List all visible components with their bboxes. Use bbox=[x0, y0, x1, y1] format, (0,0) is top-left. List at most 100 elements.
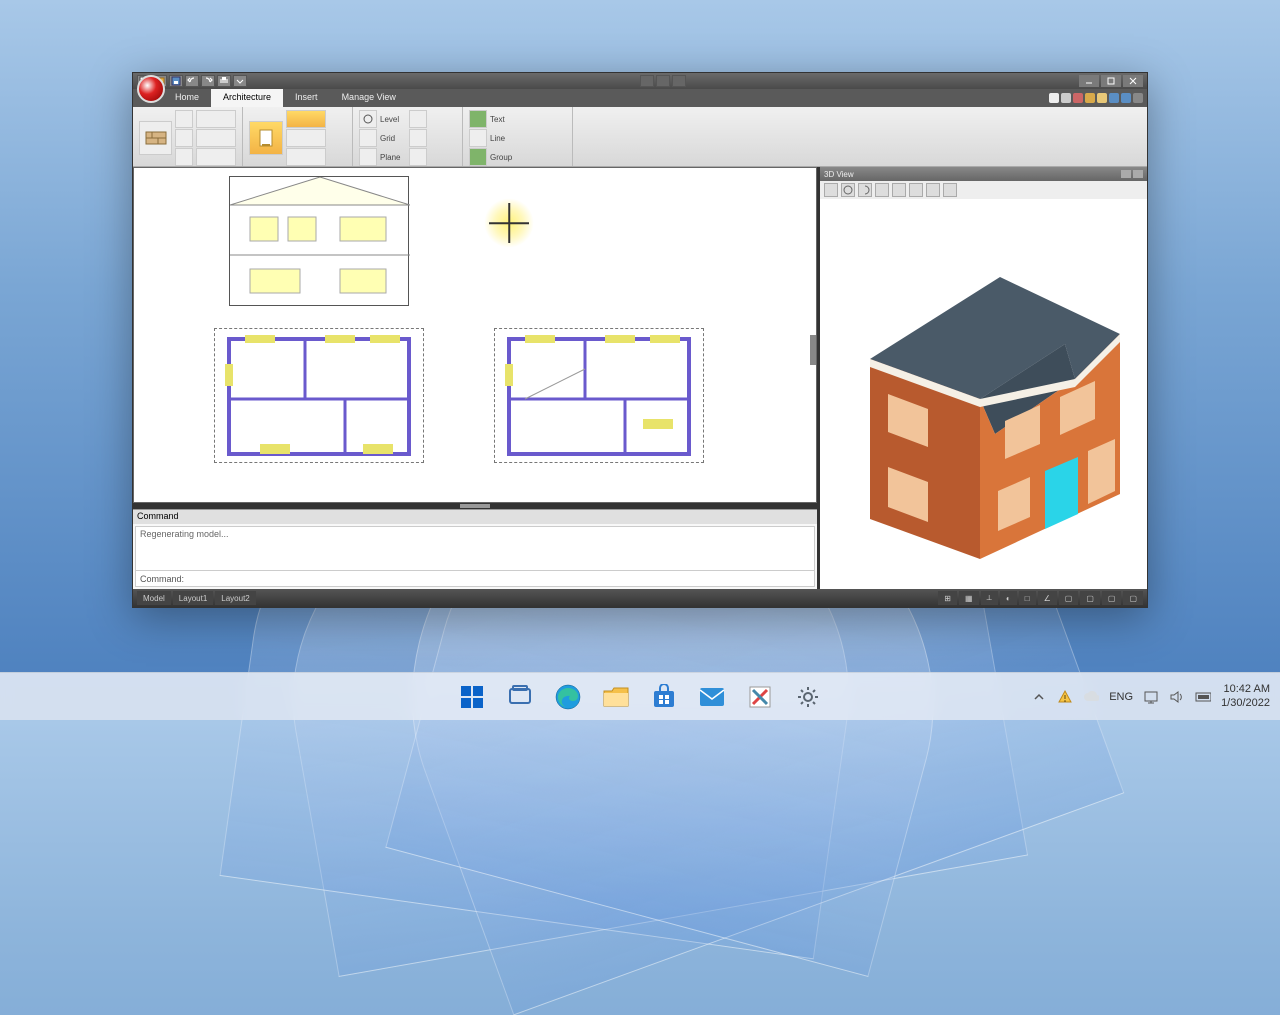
panel-close-icon[interactable] bbox=[1133, 170, 1143, 178]
user-icon[interactable] bbox=[1073, 93, 1083, 103]
tab-architecture[interactable]: Architecture bbox=[211, 89, 283, 107]
language-indicator[interactable]: ENG bbox=[1109, 689, 1133, 705]
osnap-toggle[interactable]: □ bbox=[1019, 591, 1036, 605]
edge-browser-icon[interactable] bbox=[548, 677, 588, 717]
mail-icon[interactable] bbox=[692, 677, 732, 717]
floor-tool-icon[interactable] bbox=[196, 148, 236, 166]
status-toggle[interactable]: ▢ bbox=[1102, 591, 1122, 605]
3d-view-canvas[interactable] bbox=[820, 199, 1147, 589]
application-menu-button[interactable] bbox=[137, 75, 165, 103]
qat-undo-icon[interactable] bbox=[185, 75, 199, 87]
floor-plan-upper bbox=[494, 328, 704, 463]
tab-insert[interactable]: Insert bbox=[283, 89, 330, 107]
title-tool-icon[interactable] bbox=[672, 75, 686, 87]
palette-icon[interactable] bbox=[1085, 93, 1095, 103]
task-view-button[interactable] bbox=[500, 677, 540, 717]
network-icon[interactable] bbox=[1143, 689, 1159, 705]
3d-house-model bbox=[830, 239, 1130, 569]
paint-icon[interactable] bbox=[740, 677, 780, 717]
volume-icon[interactable] bbox=[1169, 689, 1185, 705]
ribbon-label: Level bbox=[380, 115, 399, 124]
view-style-icon[interactable] bbox=[943, 183, 957, 197]
settings-icon[interactable] bbox=[788, 677, 828, 717]
file-explorer-icon[interactable] bbox=[596, 677, 636, 717]
view-home-icon[interactable] bbox=[824, 183, 838, 197]
store-icon[interactable] bbox=[644, 677, 684, 717]
datum-tool-icon[interactable] bbox=[409, 148, 427, 166]
layout-tab[interactable]: Layout1 bbox=[173, 591, 213, 605]
security-warning-icon[interactable] bbox=[1057, 689, 1073, 705]
panel-minimize-icon[interactable] bbox=[1121, 170, 1131, 178]
flag-icon[interactable] bbox=[1049, 93, 1059, 103]
vertical-splitter-handle[interactable] bbox=[810, 335, 817, 365]
3d-view-pane: 3D View bbox=[819, 167, 1147, 589]
tray-chevron-icon[interactable] bbox=[1031, 689, 1047, 705]
datum-tool-icon[interactable] bbox=[409, 129, 427, 147]
window-tool-icon[interactable] bbox=[175, 129, 193, 147]
grid-toggle[interactable]: ▦ bbox=[959, 591, 979, 605]
polar-toggle[interactable]: ◐ bbox=[1000, 591, 1017, 605]
title-tool-icon[interactable] bbox=[640, 75, 654, 87]
wall-tool-icon[interactable] bbox=[139, 121, 172, 155]
qat-save-icon[interactable] bbox=[169, 75, 183, 87]
work-area: Command Regenerating model... Command: 3… bbox=[133, 167, 1147, 589]
tab-manage[interactable]: Manage View bbox=[330, 89, 408, 107]
minimize-button[interactable] bbox=[1079, 75, 1099, 87]
orbit-icon[interactable] bbox=[858, 183, 872, 197]
curtain-wall-tool-icon[interactable] bbox=[286, 110, 326, 128]
command-input[interactable] bbox=[190, 574, 810, 584]
zoom-window-icon[interactable] bbox=[909, 183, 923, 197]
qat-more-icon[interactable] bbox=[233, 75, 247, 87]
grid-tool-icon[interactable] bbox=[359, 129, 377, 147]
battery-icon[interactable] bbox=[1195, 689, 1211, 705]
walk-icon[interactable] bbox=[926, 183, 940, 197]
3d-view-title-label: 3D View bbox=[824, 170, 854, 179]
datum-tool-icon[interactable] bbox=[409, 110, 427, 128]
start-button[interactable] bbox=[452, 677, 492, 717]
tabs-right-tools bbox=[1049, 89, 1147, 107]
command-line: Command: bbox=[136, 570, 814, 586]
search-icon[interactable] bbox=[1061, 93, 1071, 103]
close-button[interactable] bbox=[1123, 75, 1143, 87]
model-line-tool-icon[interactable] bbox=[469, 129, 487, 147]
ribbon-group-model: Text Line Group bbox=[463, 107, 573, 166]
qat-redo-icon[interactable] bbox=[201, 75, 215, 87]
command-prompt-label: Command: bbox=[140, 574, 184, 584]
mullion-tool-icon[interactable] bbox=[286, 148, 326, 166]
elevation-svg bbox=[230, 177, 410, 307]
maximize-button[interactable] bbox=[1101, 75, 1121, 87]
orbit-icon[interactable] bbox=[841, 183, 855, 197]
window-controls bbox=[1079, 75, 1143, 87]
ref-plane-tool-icon[interactable] bbox=[359, 148, 377, 166]
model-tab[interactable]: Model bbox=[137, 591, 171, 605]
status-toggle[interactable]: ▢ bbox=[1080, 591, 1100, 605]
level-tool-icon[interactable] bbox=[359, 110, 377, 128]
drawing-canvas[interactable] bbox=[133, 167, 817, 503]
door-tool-icon[interactable] bbox=[175, 110, 193, 128]
pan-icon[interactable] bbox=[875, 183, 889, 197]
roof-tool-icon[interactable] bbox=[196, 129, 236, 147]
column-tool-icon[interactable] bbox=[196, 110, 236, 128]
status-toggle[interactable]: ▢ bbox=[1123, 591, 1143, 605]
model-text-tool-icon[interactable] bbox=[469, 110, 487, 128]
zoom-icon[interactable] bbox=[892, 183, 906, 197]
snap-toggle[interactable]: ⊞ bbox=[938, 591, 957, 605]
qat-print-icon[interactable] bbox=[217, 75, 231, 87]
palette-icon[interactable] bbox=[1097, 93, 1107, 103]
opening-tool-icon[interactable] bbox=[249, 121, 283, 155]
curtain-grid-tool-icon[interactable] bbox=[286, 129, 326, 147]
command-tab[interactable]: Command bbox=[133, 510, 817, 524]
help-icon[interactable] bbox=[1109, 93, 1119, 103]
close-panel-icon[interactable] bbox=[1133, 93, 1143, 103]
otrack-toggle[interactable]: ∠ bbox=[1038, 591, 1057, 605]
onedrive-icon[interactable] bbox=[1083, 689, 1099, 705]
tab-home[interactable]: Home bbox=[163, 89, 211, 107]
title-tool-icon[interactable] bbox=[656, 75, 670, 87]
status-toggle[interactable]: ▢ bbox=[1059, 591, 1079, 605]
component-tool-icon[interactable] bbox=[175, 148, 193, 166]
model-group-tool-icon[interactable] bbox=[469, 148, 487, 166]
info-icon[interactable] bbox=[1121, 93, 1131, 103]
ortho-toggle[interactable]: ⟂ bbox=[981, 591, 998, 605]
layout-tab[interactable]: Layout2 bbox=[215, 591, 255, 605]
clock[interactable]: 10:42 AM 1/30/2022 bbox=[1221, 683, 1270, 709]
